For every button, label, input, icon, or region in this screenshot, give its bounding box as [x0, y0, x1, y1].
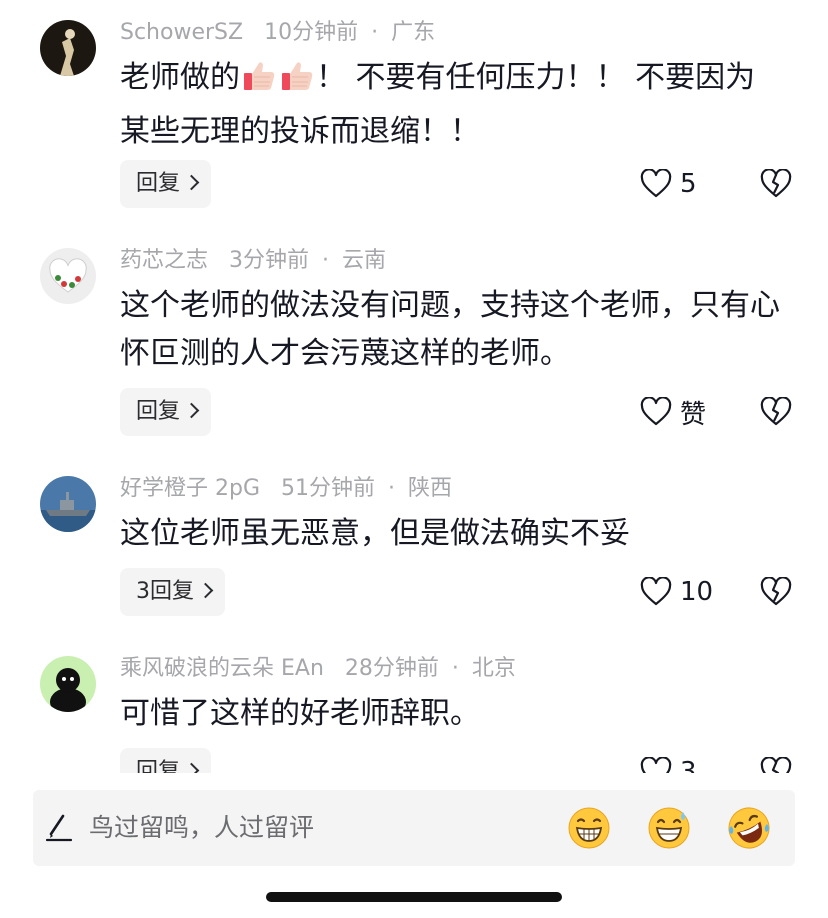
comment-meta: 乘风破浪的云朵 EAn 28分钟前 · 北京	[120, 652, 516, 686]
reply-label: 3回复	[136, 579, 194, 604]
chevron-right-icon	[183, 762, 200, 773]
like-count: 10	[680, 577, 714, 607]
comment-item: 好学橙子 2pG 51分钟前 · 陕西 这位老师虽无恶意，但是做法确实不妥 3回…	[0, 472, 828, 632]
heart-outline-icon	[640, 577, 672, 606]
separator: ·	[322, 248, 330, 273]
username[interactable]: 乘风破浪的云朵 EAn	[120, 656, 324, 681]
heart-outline-icon	[640, 397, 672, 426]
location: 北京	[471, 656, 516, 681]
like-button[interactable]: 5	[640, 160, 697, 208]
timestamp: 51分钟前	[281, 476, 376, 501]
reply-label: 回复	[136, 171, 181, 196]
comment-input-placeholder[interactable]: 鸟过留鸣，人过留评	[89, 790, 314, 866]
separator: ·	[451, 656, 459, 681]
comment-text: 这个老师的做法没有问题，支持这个老师，只有心怀叵测的人才会污蔑这样的老师。	[120, 288, 780, 371]
reply-button[interactable]: 回复	[120, 160, 212, 208]
timestamp: 28分钟前	[344, 656, 439, 681]
reply-label: 回复	[136, 759, 181, 773]
like-button[interactable]: 3	[640, 748, 697, 773]
heart-outline-icon	[640, 169, 672, 198]
avatar[interactable]	[40, 656, 96, 712]
dislike-button[interactable]	[760, 568, 792, 616]
thumbs-up-icon	[242, 59, 276, 108]
sweat-grin-emoji-icon[interactable]	[647, 806, 691, 850]
broken-heart-icon	[760, 169, 792, 198]
broken-heart-icon	[760, 757, 792, 773]
separator: ·	[388, 476, 396, 501]
chevron-right-icon	[197, 582, 214, 599]
like-count: 5	[680, 169, 697, 199]
comment-meta: SchowerSZ 10分钟前 · 广东	[120, 16, 435, 50]
username[interactable]: 药芯之志	[120, 248, 208, 273]
rofl-emoji-icon[interactable]	[727, 806, 771, 850]
dislike-button[interactable]	[760, 388, 792, 436]
chevron-right-icon	[183, 402, 200, 419]
grin-emoji-icon[interactable]	[567, 806, 611, 850]
location: 陕西	[408, 476, 453, 501]
broken-heart-icon	[760, 397, 792, 426]
comment-list[interactable]: SchowerSZ 10分钟前 · 广东 老师做的 ！ 不要有任何压力！！ 不要…	[0, 0, 828, 773]
reply-button[interactable]: 回复	[120, 388, 212, 436]
timestamp: 10分钟前	[264, 20, 359, 45]
comment-text: 可惜了这样的好老师辞职。	[120, 696, 480, 731]
reply-label: 回复	[136, 399, 181, 424]
comment-item: 药芯之志 3分钟前 · 云南 这个老师的做法没有问题，支持这个老师，只有心怀叵测…	[0, 244, 828, 444]
avatar[interactable]	[40, 476, 96, 532]
chevron-right-icon	[183, 174, 200, 191]
avatar[interactable]	[40, 20, 96, 76]
dislike-button[interactable]	[760, 748, 792, 773]
heart-outline-icon	[640, 757, 672, 773]
like-button[interactable]: 10	[640, 568, 713, 616]
reply-button[interactable]: 回复	[120, 748, 212, 773]
broken-heart-icon	[760, 577, 792, 606]
comment-meta: 好学橙子 2pG 51分钟前 · 陕西	[120, 472, 452, 506]
thumbs-up-icon	[280, 59, 314, 108]
avatar[interactable]	[40, 248, 96, 304]
comment-text: 这位老师虽无恶意，但是做法确实不妥	[120, 516, 630, 551]
dislike-button[interactable]	[760, 160, 792, 208]
comment-meta: 药芯之志 3分钟前 · 云南	[120, 244, 386, 278]
comment-input-bar[interactable]: 鸟过留鸣，人过留评	[33, 790, 795, 866]
timestamp: 3分钟前	[229, 248, 310, 273]
like-count: 赞	[680, 399, 707, 430]
home-indicator[interactable]	[266, 892, 562, 902]
like-count: 3	[680, 757, 697, 773]
username[interactable]: SchowerSZ	[120, 20, 243, 45]
comment-text-part: 老师做的	[120, 60, 240, 95]
username[interactable]: 好学橙子 2pG	[120, 476, 260, 501]
comment-item: 乘风破浪的云朵 EAn 28分钟前 · 北京 可惜了这样的好老师辞职。 回复 3	[0, 652, 828, 773]
like-button[interactable]: 赞	[640, 388, 706, 436]
location: 云南	[342, 248, 387, 273]
reply-button[interactable]: 3回复	[120, 568, 225, 616]
comment-text: 老师做的 ！ 不要有任何压力！！ 不要因为某些无理的投诉而退缩！！	[120, 54, 780, 156]
separator: ·	[371, 20, 379, 45]
comment-item: SchowerSZ 10分钟前 · 广东 老师做的 ！ 不要有任何压力！！ 不要…	[0, 16, 828, 216]
pencil-icon	[45, 814, 73, 842]
location: 广东	[391, 20, 436, 45]
